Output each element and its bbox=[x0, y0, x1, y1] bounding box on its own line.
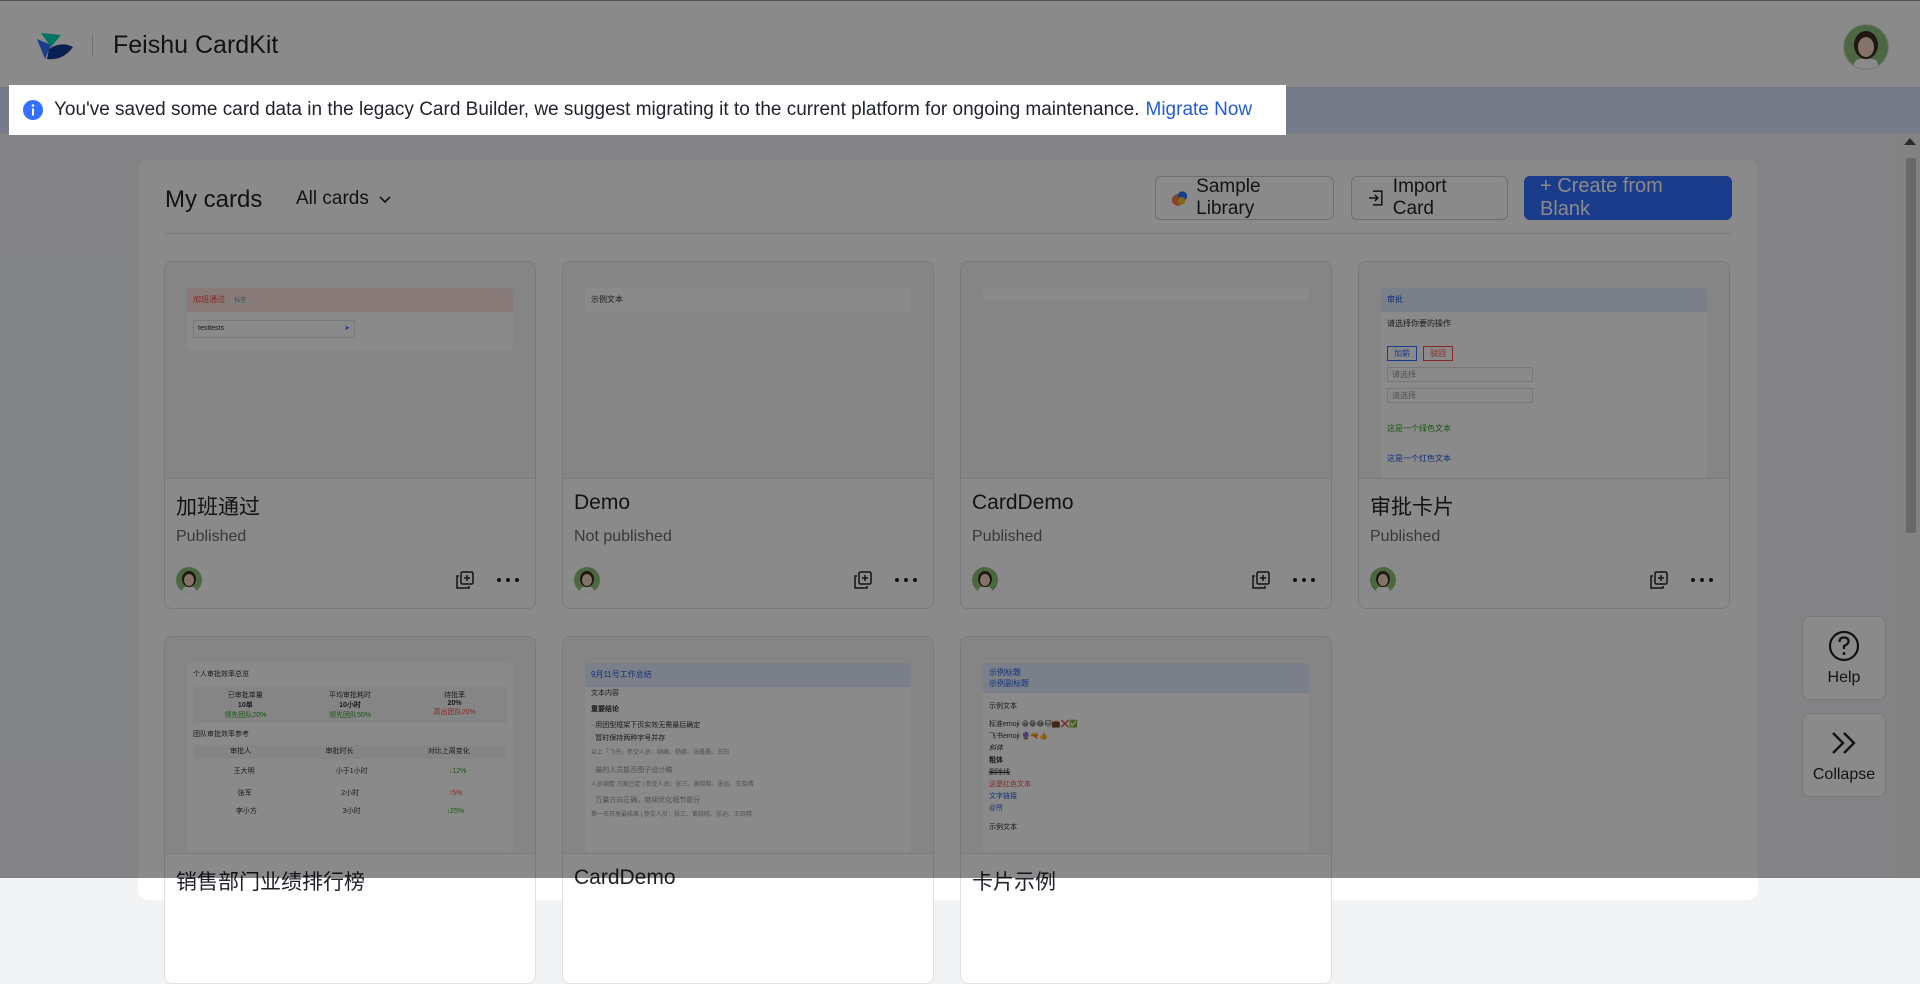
migration-notice: You've saved some card data in the legac… bbox=[9, 85, 1286, 135]
info-icon bbox=[23, 100, 43, 120]
notice-message: You've saved some card data in the legac… bbox=[54, 99, 1140, 120]
migrate-now-link[interactable]: Migrate Now bbox=[1146, 99, 1253, 120]
